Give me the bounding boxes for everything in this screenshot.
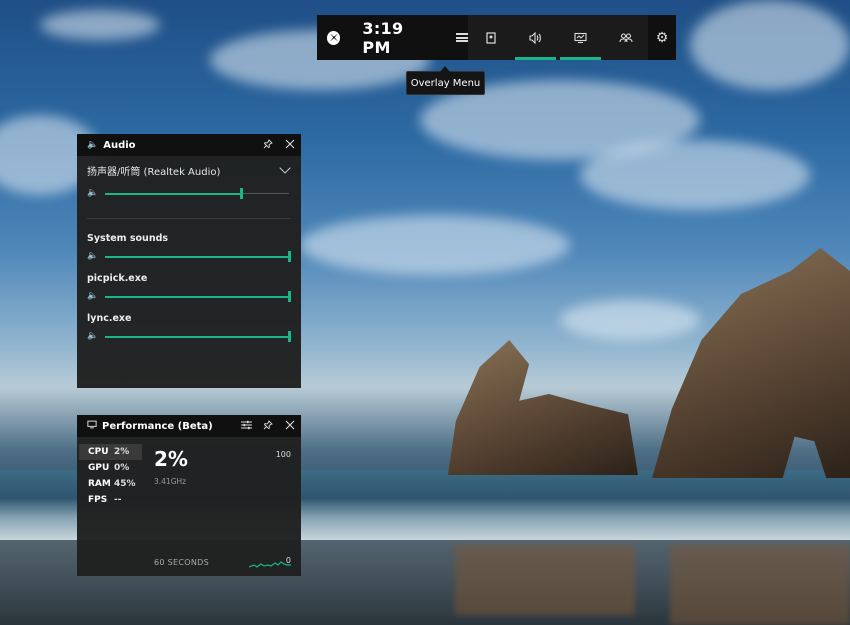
- slider-thumb[interactable]: [240, 188, 244, 199]
- arch-rock: [652, 248, 850, 478]
- stat-value: 45%: [114, 479, 136, 489]
- audio-widget: 🔈 Audio 扬声器/听筒 (Realtek Audio) 🔈 System …: [77, 134, 301, 388]
- capture-icon: [485, 31, 496, 44]
- game-bar-home: 3:19 PM: [317, 15, 468, 60]
- graph-max-label: 100: [275, 450, 291, 459]
- sea-stack-rock: [447, 340, 638, 475]
- slider-track: [105, 331, 291, 342]
- audio-device-dropdown[interactable]: 扬声器/听筒 (Realtek Audio): [77, 156, 301, 184]
- graph-time-label: 60 SECONDS: [154, 558, 209, 567]
- options-icon[interactable]: [235, 420, 257, 433]
- stat-key: CPU: [88, 447, 109, 457]
- cloud: [580, 140, 810, 210]
- social-button[interactable]: [603, 15, 648, 60]
- app-volume-label: lync.exe: [87, 313, 132, 324]
- cloud: [40, 10, 160, 40]
- performance-icon: [574, 32, 587, 43]
- usage-graph: [249, 561, 291, 568]
- performance-widget-header[interactable]: Performance (Beta): [77, 415, 301, 437]
- cpu-frequency: 3.41GHz: [154, 477, 187, 486]
- audio-widget-title: Audio: [103, 139, 136, 151]
- app-volume-label: picpick.exe: [87, 273, 148, 284]
- master-volume-slider[interactable]: 🔈: [87, 184, 291, 204]
- slider-thumb[interactable]: [288, 251, 291, 262]
- stat-gpu[interactable]: GPU 0%: [79, 460, 142, 476]
- slider-fill: [105, 192, 242, 195]
- performance-stat-list: CPU 2% GPU 0% RAM 45% FPS --: [79, 444, 142, 508]
- settings-button[interactable]: ⚙: [648, 15, 676, 60]
- game-bar: 3:19 PM ⚙: [317, 15, 676, 60]
- performance-body: CPU 2% GPU 0% RAM 45% FPS -- 2% 3.41GHz 100 0 6…: [77, 437, 301, 576]
- app-volume-list: System sounds 🔈 picpick.exe 🔈 lync.exe 🔈: [77, 233, 301, 347]
- cloud: [690, 0, 850, 90]
- slider-fill: [105, 255, 289, 258]
- xbox-logo-icon[interactable]: [327, 30, 341, 45]
- volume-icon[interactable]: 🔈: [87, 291, 98, 301]
- overlay-menu-tooltip: Overlay Menu: [406, 66, 485, 95]
- cloud: [560, 300, 700, 340]
- slider-track: [105, 251, 291, 262]
- rock-reflection: [670, 545, 850, 625]
- overlay-menu-icon[interactable]: [456, 33, 468, 42]
- app-volume-slider[interactable]: 🔈: [87, 247, 291, 267]
- clock: 3:19 PM: [362, 18, 404, 57]
- capture-button[interactable]: [468, 15, 513, 60]
- audio-device-name: 扬声器/听筒 (Realtek Audio): [87, 166, 221, 178]
- audio-icon: [529, 31, 541, 44]
- slider-track: [105, 188, 289, 199]
- performance-widget-title: Performance (Beta): [102, 420, 213, 432]
- current-usage-value: 2%: [154, 447, 188, 471]
- slider-thumb[interactable]: [288, 331, 291, 342]
- speaker-icon: 🔈: [87, 140, 99, 150]
- audio-button[interactable]: [513, 15, 558, 60]
- app-volume-slider[interactable]: 🔈: [87, 327, 291, 347]
- divider: [87, 218, 291, 219]
- stat-value: --: [114, 495, 122, 505]
- stat-key: GPU: [88, 463, 110, 473]
- stat-value: 0%: [114, 463, 130, 473]
- stat-value: 2%: [114, 447, 130, 457]
- slider-thumb[interactable]: [288, 291, 291, 302]
- pin-icon[interactable]: [257, 419, 279, 433]
- app-volume-label: System sounds: [87, 233, 169, 244]
- gear-icon: ⚙: [655, 29, 669, 46]
- performance-icon: [87, 420, 97, 432]
- volume-icon[interactable]: 🔈: [87, 251, 98, 261]
- volume-icon[interactable]: 🔈: [87, 331, 98, 341]
- pin-icon[interactable]: [257, 138, 279, 152]
- slider-track: [105, 291, 291, 302]
- rock-reflection: [455, 545, 635, 615]
- stat-fps[interactable]: FPS --: [79, 492, 142, 508]
- slider-fill: [105, 335, 289, 338]
- cloud: [300, 215, 570, 275]
- stat-cpu[interactable]: CPU 2%: [79, 444, 142, 460]
- performance-widget: Performance (Beta) CPU 2% GPU 0% RAM 45% FPS --…: [77, 415, 301, 576]
- close-icon[interactable]: [279, 139, 301, 152]
- xbox-social-icon: [618, 32, 633, 42]
- slider-fill: [105, 295, 289, 298]
- performance-button[interactable]: [558, 15, 603, 60]
- chevron-down-icon: [279, 162, 291, 174]
- volume-icon[interactable]: 🔈: [87, 188, 98, 198]
- stat-key: FPS: [88, 495, 108, 505]
- app-volume-slider[interactable]: 🔈: [87, 287, 291, 307]
- close-icon[interactable]: [279, 420, 301, 433]
- stat-key: RAM: [88, 479, 111, 489]
- audio-widget-header[interactable]: 🔈 Audio: [77, 134, 301, 156]
- stat-ram[interactable]: RAM 45%: [79, 476, 142, 492]
